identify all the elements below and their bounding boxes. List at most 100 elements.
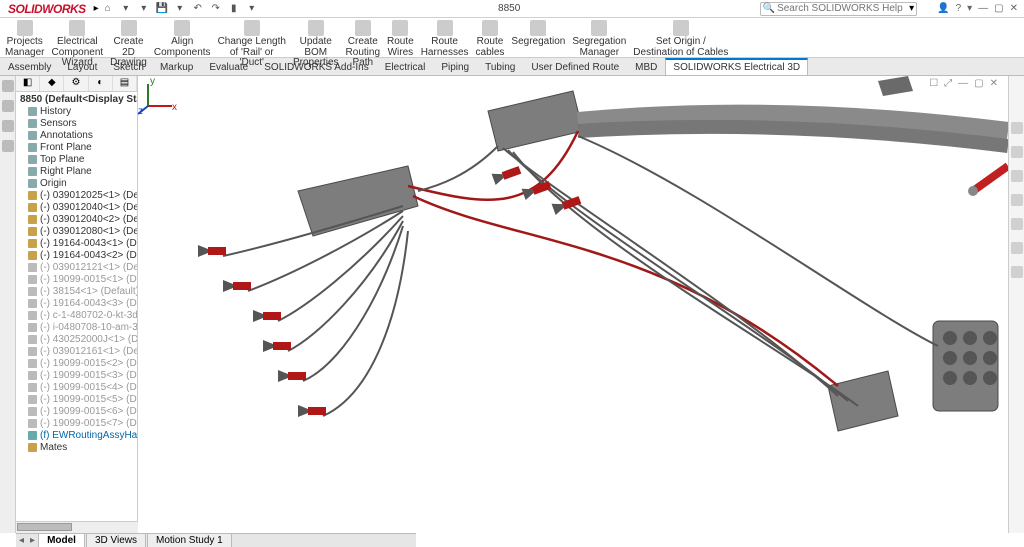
tp-explorer-icon[interactable]: [1011, 170, 1023, 182]
tp-library-icon[interactable]: [1011, 146, 1023, 158]
svg-text:x: x: [172, 102, 177, 113]
tree-node[interactable]: Mates: [18, 442, 137, 454]
search-dropdown-icon[interactable]: ▾: [909, 3, 914, 14]
tree-hscroll[interactable]: [16, 521, 138, 533]
user-icon[interactable]: 👤: [937, 3, 949, 14]
tree-tab-5-icon[interactable]: ▤: [113, 76, 137, 91]
tree-tab-2-icon[interactable]: ◆: [40, 76, 64, 91]
tree-node[interactable]: (-) 19164-0043<1> (Default<<Default: [18, 238, 137, 250]
tree-node[interactable]: (-) 039012040<2> (Default<<Default: [18, 214, 137, 226]
tp-properties-icon[interactable]: [1011, 242, 1023, 254]
search-input[interactable]: [777, 3, 907, 14]
tree-node[interactable]: Origin: [18, 178, 137, 190]
tree-node[interactable]: (f) EWRoutingAssyHarness_MBD: [18, 430, 137, 442]
tree-node[interactable]: (-) 19099-0015<7> (Default) (57): [18, 418, 137, 430]
tab-sketch[interactable]: Sketch: [105, 59, 152, 75]
tree-tab-3-icon[interactable]: ⚙: [64, 76, 88, 91]
tree-node[interactable]: (-) 38154<1> (Default) (38): [18, 286, 137, 298]
tree-node[interactable]: (-) 430252000J<1> (Default) (49): [18, 334, 137, 346]
tree-node[interactable]: (-) 19099-0015<3> (Default) (53): [18, 370, 137, 382]
tab-solidworks-add-ins[interactable]: SOLIDWORKS Add-Ins: [256, 59, 376, 75]
tp-forum-icon[interactable]: [1011, 266, 1023, 278]
tab-mbd[interactable]: MBD: [627, 59, 665, 75]
help-search[interactable]: 🔍 ▾: [760, 2, 917, 16]
tree-node[interactable]: (-) 19164-0043<2> (Default<<Default: [18, 250, 137, 262]
tree-node[interactable]: (-) 19099-0015<1> (Default) (37): [18, 274, 137, 286]
btab-next-icon[interactable]: ▸: [27, 534, 38, 547]
tab-tubing[interactable]: Tubing: [477, 59, 523, 75]
cmd-7[interactable]: RouteWires: [384, 19, 417, 59]
tree-node[interactable]: (-) c-1-480702-0-kt-3d1<1> (Default): [18, 310, 137, 322]
tab-piping[interactable]: Piping: [433, 59, 477, 75]
fm-tab-config-icon[interactable]: [2, 120, 14, 132]
btab-motion-study-1[interactable]: Motion Study 1: [147, 533, 232, 547]
tab-solidworks-electrical-3d[interactable]: SOLIDWORKS Electrical 3D: [665, 58, 808, 75]
tree-node[interactable]: (-) 19099-0015<5> (Default) (55): [18, 394, 137, 406]
tree-node[interactable]: Right Plane: [18, 166, 137, 178]
tree-root-node[interactable]: 8850 (Default<Display State-1>): [18, 94, 137, 106]
tree-node[interactable]: (-) i-0480708-10-am-3d<1> (Default): [18, 322, 137, 334]
graphics-view[interactable]: ☐ ⤢ — ▢ ✕: [138, 76, 1008, 533]
view-triad[interactable]: y x z: [138, 76, 178, 116]
tree-node[interactable]: Front Plane: [18, 142, 137, 154]
tree-tab-1-icon[interactable]: ◧: [16, 76, 40, 91]
expand-icon[interactable]: ▸: [94, 3, 99, 14]
fm-tab-display-icon[interactable]: [2, 140, 14, 152]
cmd-10[interactable]: Segregation: [508, 19, 568, 49]
tab-evaluate[interactable]: Evaluate: [201, 59, 256, 75]
btab-prev-icon[interactable]: ◂: [16, 534, 27, 547]
tree-tab-4-icon[interactable]: ◐: [89, 76, 113, 91]
tp-view-icon[interactable]: [1011, 194, 1023, 206]
tree-node[interactable]: (-) 039012040<1> (Default<<Default: [18, 202, 137, 214]
tree-node[interactable]: (-) 19099-0015<6> (Default) (56): [18, 406, 137, 418]
btab-3d-views[interactable]: 3D Views: [86, 533, 146, 547]
tab-electrical[interactable]: Electrical: [377, 59, 434, 75]
help-icon[interactable]: ?: [956, 3, 962, 14]
tree-node[interactable]: (-) 039012121<1> (Default) (36): [18, 262, 137, 274]
tree-node[interactable]: History: [18, 106, 137, 118]
fm-tab-tree-icon[interactable]: [2, 80, 14, 92]
tree-node[interactable]: (-) 039012025<1> (Default<<Default: [18, 190, 137, 202]
tab-assembly[interactable]: Assembly: [0, 59, 59, 75]
cmd-12[interactable]: Set Origin /Destination of Cables: [630, 19, 731, 59]
home-icon[interactable]: ⌂: [101, 2, 115, 16]
save-icon[interactable]: 💾: [155, 2, 169, 16]
tree-node[interactable]: Annotations: [18, 130, 137, 142]
tree-node[interactable]: (-) 19164-0043<3> (Default) (39): [18, 298, 137, 310]
cmd-8[interactable]: RouteHarnesses: [418, 19, 472, 59]
tab-markup[interactable]: Markup: [152, 59, 201, 75]
tree-node[interactable]: (-) 039012080<1> (Default<<Default: [18, 226, 137, 238]
undo-icon[interactable]: ↶: [191, 2, 205, 16]
cmd-3[interactable]: AlignComponents: [151, 19, 214, 59]
tree-icon: [28, 131, 37, 140]
scroll-thumb[interactable]: [17, 523, 72, 531]
tab-layout[interactable]: Layout: [59, 59, 105, 75]
tab-user-defined-route[interactable]: User Defined Route: [523, 59, 627, 75]
close-window-icon[interactable]: ✕: [1010, 3, 1018, 14]
tree-node[interactable]: (-) 039012161<1> (Default) (51): [18, 346, 137, 358]
cmd-9[interactable]: Routecables: [473, 19, 508, 59]
tree-label: (-) 19099-0015<4> (Default) (54): [40, 382, 138, 393]
tree-icon: [28, 275, 37, 284]
tree-node[interactable]: (-) 19099-0015<4> (Default) (54): [18, 382, 137, 394]
select-icon[interactable]: ▮: [227, 2, 241, 16]
tree-node[interactable]: Sensors: [18, 118, 137, 130]
minimize-icon[interactable]: ▾: [967, 3, 972, 14]
open-icon[interactable]: ▾: [137, 2, 151, 16]
print-icon[interactable]: ▾: [173, 2, 187, 16]
tree-node[interactable]: (-) 19099-0015<2> (Default) (52): [18, 358, 137, 370]
max-window-icon[interactable]: ▢: [994, 3, 1003, 14]
tp-resources-icon[interactable]: [1011, 122, 1023, 134]
cmd-0[interactable]: ProjectsManager: [2, 19, 47, 59]
tree-node[interactable]: Top Plane: [18, 154, 137, 166]
redo-icon[interactable]: ↷: [209, 2, 223, 16]
options-icon[interactable]: ▾: [245, 2, 259, 16]
fm-tab-property-icon[interactable]: [2, 100, 14, 112]
cmd-11[interactable]: SegregationManager: [569, 19, 629, 59]
new-icon[interactable]: ▾: [119, 2, 133, 16]
min-window-icon[interactable]: —: [978, 3, 988, 14]
tp-appearance-icon[interactable]: [1011, 218, 1023, 230]
tree-label: (-) 19099-0015<6> (Default) (56): [40, 406, 138, 417]
tree-icon: [28, 179, 37, 188]
btab-model[interactable]: Model: [38, 533, 85, 547]
